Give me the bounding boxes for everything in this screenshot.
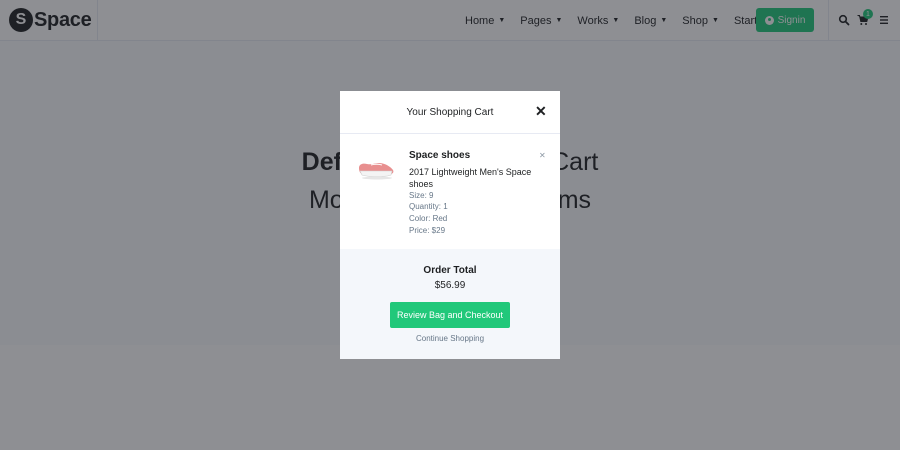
item-color: Color: Red: [409, 214, 448, 223]
cart-item: ✕ Space shoes 2017 Lightweight Men's Spa…: [340, 135, 560, 249]
item-name: Space shoes: [409, 150, 471, 161]
item-price: Price: $29: [409, 226, 446, 235]
item-quantity: Quantity: 1: [409, 202, 448, 211]
checkout-button[interactable]: Review Bag and Checkout: [390, 302, 510, 328]
item-description: 2017 Lightweight Men's Space shoes: [409, 167, 532, 189]
close-icon[interactable]: ✕: [535, 104, 547, 118]
order-total-value: $56.99: [434, 280, 466, 291]
order-total-label: Order Total: [423, 265, 477, 276]
continue-shopping-link[interactable]: Continue Shopping: [340, 334, 560, 343]
modal-header: Your Shopping Cart ✕: [340, 91, 560, 134]
modal-footer: Order Total $56.99 Review Bag and Checko…: [340, 249, 560, 359]
shoe-image: [359, 163, 394, 180]
shopping-cart-modal: Your Shopping Cart ✕ ✕ Space shoes 2017 …: [340, 91, 560, 359]
modal-title: Your Shopping Cart: [406, 107, 494, 118]
remove-icon[interactable]: ✕: [539, 151, 546, 160]
item-size: Size: 9: [409, 191, 434, 200]
